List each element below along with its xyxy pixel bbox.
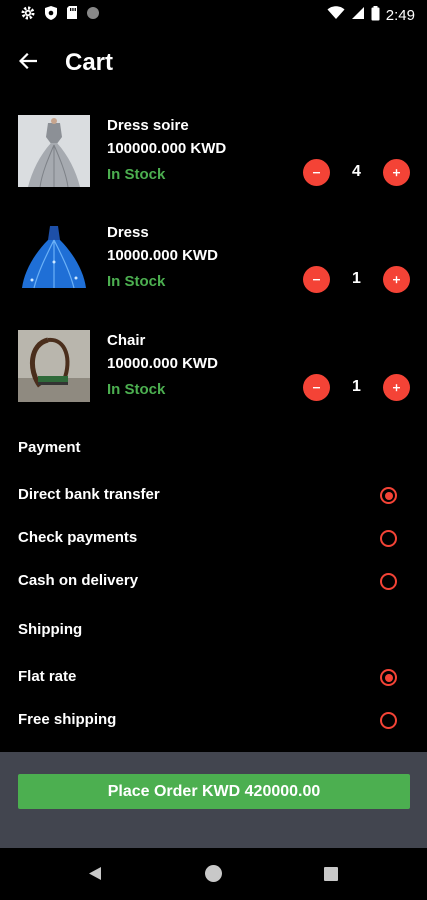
stock-status: In Stock: [107, 166, 166, 183]
decrease-quantity-button[interactable]: [303, 159, 330, 186]
shield-icon: [44, 5, 58, 26]
increase-quantity-button[interactable]: [383, 266, 410, 293]
system-nav-bar: [0, 848, 427, 900]
option-label: Free shipping: [18, 711, 117, 728]
shipping-option-flat-rate[interactable]: Flat rate: [0, 662, 427, 692]
nav-home-icon[interactable]: [205, 865, 222, 882]
radio-dot: [384, 673, 393, 682]
decrease-quantity-button[interactable]: [303, 266, 330, 293]
gear-icon: [20, 5, 36, 26]
option-label: Check payments: [18, 529, 138, 546]
radio-dot: [384, 491, 393, 500]
quantity-value: 4: [352, 163, 361, 180]
quantity-value: 1: [352, 378, 361, 395]
battery-icon: [371, 5, 380, 25]
stock-status: In Stock: [107, 273, 166, 290]
radio-button[interactable]: [380, 712, 397, 729]
item-price: 10000.000 KWD: [107, 247, 218, 264]
minus-icon: [312, 379, 321, 397]
bottom-panel: Place Order KWD 420000.00: [0, 752, 427, 848]
item-price: 100000.000 KWD: [107, 140, 227, 157]
item-price: 10000.000 KWD: [107, 355, 218, 372]
sd-card-icon: [66, 5, 78, 25]
radio-button-selected[interactable]: [380, 669, 397, 686]
minus-icon: [312, 164, 321, 182]
signal-icon: [351, 6, 365, 24]
option-label: Direct bank transfer: [18, 486, 160, 503]
minus-icon: [312, 271, 321, 289]
product-image-gown[interactable]: [18, 115, 90, 187]
circle-icon: [86, 6, 100, 25]
page-title: Cart: [65, 49, 114, 76]
item-name: Chair: [107, 332, 146, 349]
back-button[interactable]: [8, 43, 48, 83]
item-name: Dress soire: [107, 117, 189, 134]
product-image-blue-dress[interactable]: [18, 222, 90, 294]
radio-button-selected[interactable]: [380, 487, 397, 504]
decrease-quantity-button[interactable]: [303, 374, 330, 401]
shipping-option-free-shipping[interactable]: Free shipping: [0, 705, 427, 735]
radio-button[interactable]: [380, 530, 397, 547]
cart-item: Dress soire 100000.000 KWD In Stock 4: [0, 115, 427, 195]
status-time: 2:49: [385, 6, 415, 24]
increase-quantity-button[interactable]: [383, 374, 410, 401]
plus-icon: [392, 379, 401, 397]
status-right-icons: 2:49: [327, 5, 415, 25]
stock-status: In Stock: [107, 381, 166, 398]
cart-item: Chair 10000.000 KWD In Stock 1: [0, 330, 427, 410]
wifi-icon: [327, 6, 345, 24]
nav-recents-icon[interactable]: [324, 867, 338, 881]
product-image-chair[interactable]: [18, 330, 90, 402]
app-bar: Cart: [0, 30, 427, 96]
payment-option-direct-bank-transfer[interactable]: Direct bank transfer: [0, 480, 427, 510]
plus-icon: [392, 164, 401, 182]
status-bar: 2:49: [0, 0, 427, 30]
cart-item: Dress 10000.000 KWD In Stock 1: [0, 222, 427, 302]
plus-icon: [392, 271, 401, 289]
quantity-value: 1: [352, 270, 361, 287]
item-name: Dress: [107, 224, 149, 241]
payment-section-label: Payment: [18, 439, 81, 456]
status-left-icons: [20, 5, 100, 26]
payment-option-check-payments[interactable]: Check payments: [0, 523, 427, 553]
arrow-left-icon: [18, 52, 38, 74]
option-label: Cash on delivery: [18, 572, 139, 589]
option-label: Flat rate: [18, 668, 77, 685]
increase-quantity-button[interactable]: [383, 159, 410, 186]
payment-option-cash-on-delivery[interactable]: Cash on delivery: [0, 566, 427, 596]
radio-button[interactable]: [380, 573, 397, 590]
place-order-button[interactable]: Place Order KWD 420000.00: [18, 774, 410, 809]
nav-back-icon[interactable]: [88, 866, 102, 886]
shipping-section-label: Shipping: [18, 621, 83, 638]
